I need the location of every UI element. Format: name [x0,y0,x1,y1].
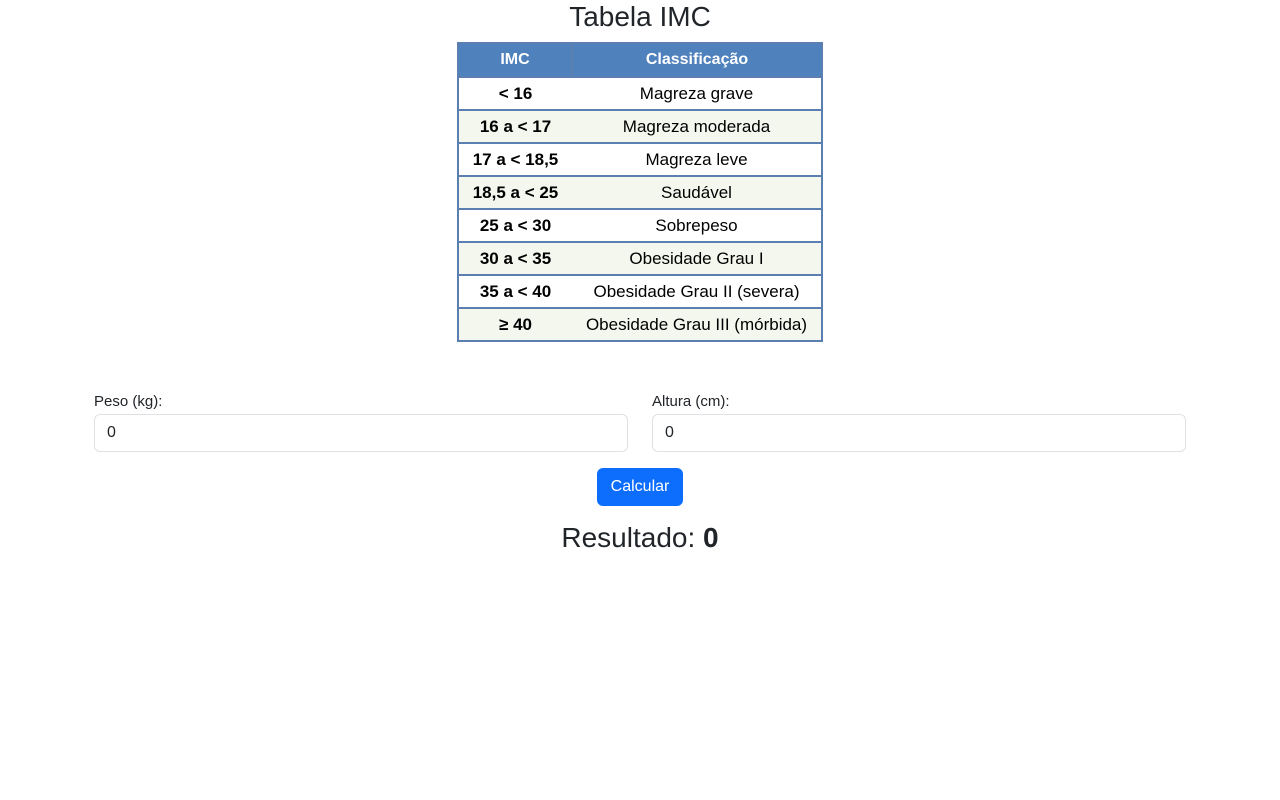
header-classification: Classificação [571,42,823,78]
table-row: 18,5 a < 25 Saudável [457,175,823,210]
table-row: ≥ 40 Obesidade Grau III (mórbida) [457,307,823,342]
table-row: 17 a < 18,5 Magreza leve [457,142,823,177]
classification-cell: Magreza leve [572,142,823,177]
imc-table: IMC Classificação < 16 Magreza grave 16 … [457,42,823,342]
imc-table-container: IMC Classificação < 16 Magreza grave 16 … [457,42,823,342]
altura-field-group: Altura (cm): [652,392,1186,452]
classification-cell: Saudável [572,175,823,210]
classification-cell: Magreza moderada [572,109,823,144]
imc-range-cell: 16 a < 17 [457,109,572,144]
table-row: 16 a < 17 Magreza moderada [457,109,823,144]
imc-range-cell: 17 a < 18,5 [457,142,572,177]
table-header-row: IMC Classificação [457,42,823,78]
peso-field-group: Peso (kg): [94,392,628,452]
peso-label: Peso (kg): [94,393,163,410]
calculate-button[interactable]: Calcular [597,468,683,506]
imc-range-cell: < 16 [457,76,572,111]
table-row: < 16 Magreza grave [457,76,823,111]
classification-cell: Sobrepeso [572,208,823,243]
altura-input[interactable] [652,414,1186,452]
result-display: Resultado: 0 [0,520,1280,556]
header-imc: IMC [457,42,573,78]
imc-range-cell: 30 a < 35 [457,241,572,276]
classification-cell: Obesidade Grau III (mórbida) [572,307,823,342]
classification-cell: Obesidade Grau I [572,241,823,276]
result-value: 0 [703,522,719,553]
classification-cell: Magreza grave [572,76,823,111]
classification-cell: Obesidade Grau II (severa) [572,274,823,309]
table-row: 30 a < 35 Obesidade Grau I [457,241,823,276]
table-row: 25 a < 30 Sobrepeso [457,208,823,243]
imc-range-cell: 25 a < 30 [457,208,572,243]
imc-range-cell: 18,5 a < 25 [457,175,572,210]
table-row: 35 a < 40 Obesidade Grau II (severa) [457,274,823,309]
imc-range-cell: 35 a < 40 [457,274,572,309]
page: Tabela IMC IMC Classificação < 16 Magrez… [0,0,1280,800]
result-label: Resultado: [561,522,696,553]
page-title: Tabela IMC [569,1,711,32]
peso-input[interactable] [94,414,628,452]
altura-label: Altura (cm): [652,393,730,410]
imc-range-cell: ≥ 40 [457,307,572,342]
